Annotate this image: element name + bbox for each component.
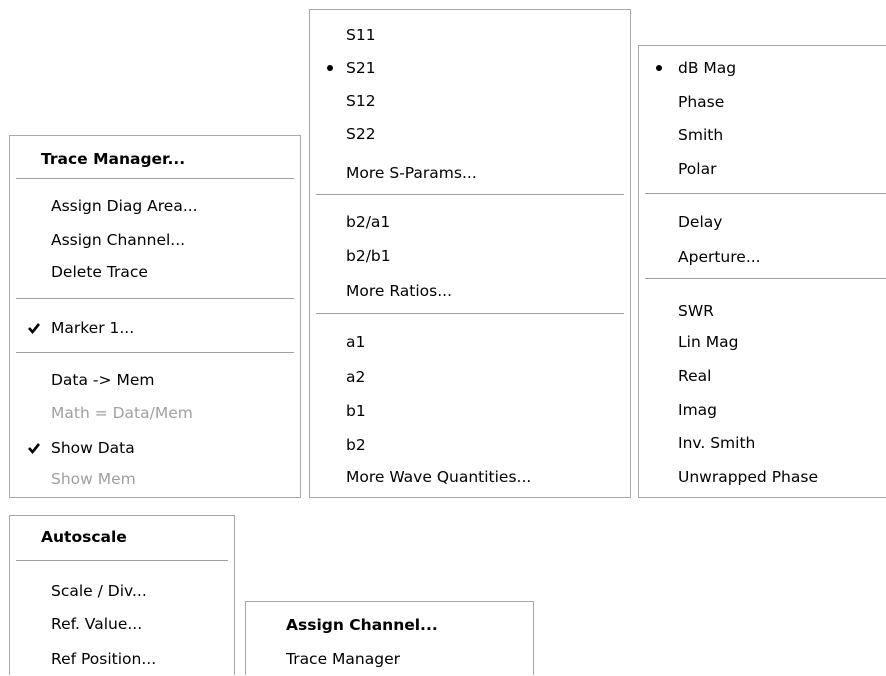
- data-to-mem-item[interactable]: Data -> Mem: [10, 363, 300, 397]
- ref-value-label: Ref. Value...: [51, 615, 143, 633]
- delete-trace-item[interactable]: Delete Trace: [10, 255, 300, 289]
- assign-channel-title-label: Assign Channel...: [286, 616, 438, 634]
- swr-item[interactable]: SWR: [639, 294, 886, 328]
- data-to-mem-label: Data -> Mem: [51, 371, 155, 389]
- b1-label: b1: [346, 402, 366, 420]
- show-mem-item: Show Mem: [10, 462, 300, 496]
- show-data-item[interactable]: Show Data: [10, 431, 300, 465]
- imag-label: Imag: [678, 401, 718, 419]
- a2-item[interactable]: a2: [310, 360, 630, 394]
- marker-1-label: Marker 1...: [51, 319, 135, 337]
- show-data-label: Show Data: [51, 439, 135, 457]
- s11-item[interactable]: S11: [310, 18, 630, 52]
- lin-mag-item[interactable]: Lin Mag: [639, 325, 886, 359]
- separator: [645, 278, 886, 279]
- more-ratios-item[interactable]: More Ratios...: [310, 274, 630, 308]
- b2-b1-label: b2/b1: [346, 247, 391, 265]
- measured-quantity-menu: S11 S21 S12 S22 More S-Params... b2/a1 b…: [309, 9, 631, 498]
- more-ratios-label: More Ratios...: [346, 282, 453, 300]
- b2-a1-item[interactable]: b2/a1: [310, 205, 630, 239]
- swr-label: SWR: [678, 302, 714, 320]
- delay-item[interactable]: Delay: [639, 205, 886, 239]
- polar-label: Polar: [678, 160, 717, 178]
- separator: [316, 313, 624, 314]
- checkmark-icon: [28, 323, 41, 335]
- marker-1-item[interactable]: Marker 1...: [10, 311, 300, 345]
- separator: [16, 298, 294, 299]
- more-s-params-label: More S-Params...: [346, 164, 477, 182]
- radio-dot-icon: [656, 65, 662, 71]
- autoscale-label: Autoscale: [41, 528, 127, 546]
- autoscale-item[interactable]: Autoscale: [10, 520, 234, 554]
- separator: [16, 560, 228, 561]
- b1-item[interactable]: b1: [310, 394, 630, 428]
- aperture-item[interactable]: Aperture...: [639, 240, 886, 274]
- db-mag-item[interactable]: dB Mag: [639, 51, 886, 85]
- s12-item[interactable]: S12: [310, 84, 630, 118]
- s22-item[interactable]: S22: [310, 117, 630, 151]
- smith-label: Smith: [678, 126, 724, 144]
- assign-diag-area-label: Assign Diag Area...: [51, 197, 198, 215]
- ref-position-item[interactable]: Ref Position...: [10, 642, 234, 676]
- separator: [645, 193, 886, 194]
- s22-label: S22: [346, 125, 376, 143]
- s12-label: S12: [346, 92, 376, 110]
- b2-item[interactable]: b2: [310, 428, 630, 462]
- ref-value-item[interactable]: Ref. Value...: [10, 607, 234, 641]
- phase-item[interactable]: Phase: [639, 85, 886, 119]
- b2-a1-label: b2/a1: [346, 213, 391, 231]
- checkmark-icon: [28, 443, 41, 455]
- s21-label: S21: [346, 59, 376, 77]
- radio-dot-icon: [327, 65, 333, 71]
- phase-label: Phase: [678, 93, 725, 111]
- unwrapped-phase-item[interactable]: Unwrapped Phase: [639, 460, 886, 494]
- math-data-mem-item: Math = Data/Mem: [10, 396, 300, 430]
- separator: [316, 194, 624, 195]
- channel-context-menu: Assign Channel... Trace Manager: [245, 601, 534, 675]
- real-item[interactable]: Real: [639, 359, 886, 393]
- more-wave-quantities-label: More Wave Quantities...: [346, 468, 532, 486]
- more-s-params-item[interactable]: More S-Params...: [310, 156, 630, 190]
- separator: [16, 352, 294, 353]
- smith-item[interactable]: Smith: [639, 118, 886, 152]
- trace-manager-label: Trace Manager...: [41, 150, 186, 168]
- aperture-label: Aperture...: [678, 248, 761, 266]
- real-label: Real: [678, 367, 712, 385]
- ref-position-label: Ref Position...: [51, 650, 157, 668]
- inv-smith-label: Inv. Smith: [678, 434, 756, 452]
- delay-label: Delay: [678, 213, 723, 231]
- trace-manager-link-item[interactable]: Trace Manager: [246, 642, 533, 676]
- assign-channel-title-item[interactable]: Assign Channel...: [246, 608, 533, 642]
- separator: [16, 178, 294, 179]
- math-data-mem-label: Math = Data/Mem: [51, 404, 193, 422]
- b2-label: b2: [346, 436, 366, 454]
- db-mag-label: dB Mag: [678, 59, 737, 77]
- inv-smith-item[interactable]: Inv. Smith: [639, 426, 886, 460]
- delete-trace-label: Delete Trace: [51, 263, 148, 281]
- s11-label: S11: [346, 26, 376, 44]
- trace-manager-link-label: Trace Manager: [286, 650, 400, 668]
- trace-manager-item[interactable]: Trace Manager...: [10, 142, 300, 176]
- show-mem-label: Show Mem: [51, 470, 136, 488]
- more-wave-quantities-item[interactable]: More Wave Quantities...: [310, 460, 630, 494]
- imag-item[interactable]: Imag: [639, 393, 886, 427]
- trace-context-menu: Trace Manager... Assign Diag Area... Ass…: [9, 135, 301, 498]
- a2-label: a2: [346, 368, 366, 386]
- assign-channel-label: Assign Channel...: [51, 231, 186, 249]
- scale-context-menu: Autoscale Scale / Div... Ref. Value... R…: [9, 515, 235, 675]
- polar-item[interactable]: Polar: [639, 152, 886, 186]
- s21-item[interactable]: S21: [310, 51, 630, 85]
- scale-div-item[interactable]: Scale / Div...: [10, 574, 234, 608]
- lin-mag-label: Lin Mag: [678, 333, 739, 351]
- scale-div-label: Scale / Div...: [51, 582, 147, 600]
- unwrapped-phase-label: Unwrapped Phase: [678, 468, 818, 486]
- a1-label: a1: [346, 333, 366, 351]
- assign-channel-item[interactable]: Assign Channel...: [10, 223, 300, 257]
- trace-format-menu: dB Mag Phase Smith Polar Delay Aperture.…: [638, 45, 886, 498]
- a1-item[interactable]: a1: [310, 325, 630, 359]
- assign-diag-area-item[interactable]: Assign Diag Area...: [10, 189, 300, 223]
- b2-b1-item[interactable]: b2/b1: [310, 239, 630, 273]
